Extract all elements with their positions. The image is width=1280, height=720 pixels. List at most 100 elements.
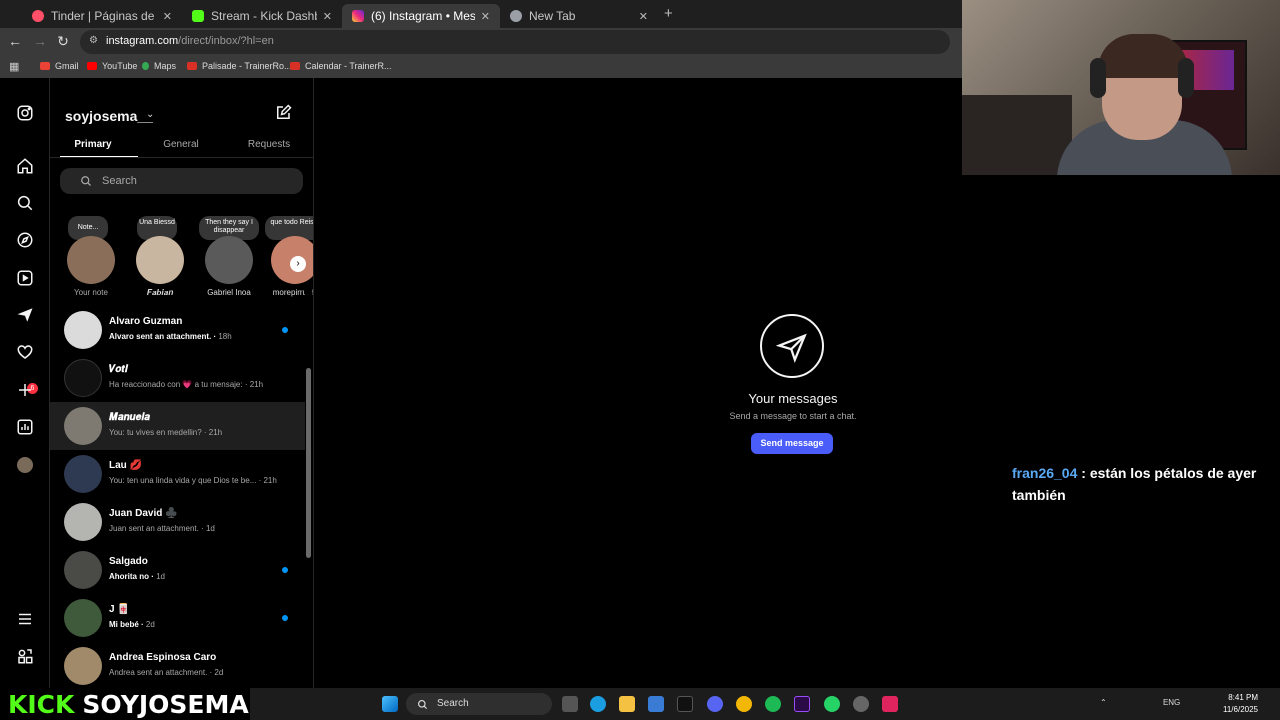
avatar xyxy=(64,551,102,589)
chevron-right-icon[interactable]: › xyxy=(290,256,306,272)
chrome-favicon-icon xyxy=(510,10,522,22)
conversation-row[interactable]: 𝑽𝒐𝒕𝒊 Ha reaccionado con 💗 a tu mensaje: … xyxy=(50,354,306,402)
tab-requests[interactable]: Requests xyxy=(239,139,299,150)
reels-icon[interactable] xyxy=(15,268,35,288)
taskbar-clock[interactable]: 8:41 PM 11/6/2025 xyxy=(1223,692,1258,716)
conversation-name: Andrea Espinosa Caro xyxy=(109,652,217,663)
messages-icon[interactable] xyxy=(15,305,35,325)
reload-icon[interactable]: ↻ xyxy=(54,33,72,50)
tiktok-live-icon[interactable] xyxy=(882,696,898,712)
avatar xyxy=(64,359,102,397)
address-bar[interactable]: ⚙ instagram.com/direct/inbox/?hl=en xyxy=(80,30,950,54)
task-view-icon[interactable] xyxy=(562,696,578,712)
apps-grid-icon[interactable]: ▦ xyxy=(9,60,19,73)
scrollbar-thumb[interactable] xyxy=(306,368,311,558)
also-from-meta-icon[interactable] xyxy=(15,646,35,666)
windows-start-icon[interactable] xyxy=(382,696,398,712)
profile-avatar[interactable] xyxy=(15,455,35,475)
conversation-preview: Juan sent an attachment. · 1d xyxy=(109,524,215,533)
bookmark-maps[interactable]: Maps xyxy=(142,61,176,71)
spotify-icon[interactable] xyxy=(765,696,781,712)
file-explorer-icon[interactable] xyxy=(619,696,635,712)
close-tab-icon[interactable]: ✕ xyxy=(481,10,490,23)
instagram-sidebar: 6 xyxy=(0,78,50,688)
site-info-icon[interactable]: ⚙ xyxy=(89,35,98,46)
store-icon[interactable] xyxy=(648,696,664,712)
avatar xyxy=(67,236,115,284)
conversation-row[interactable]: Lau 💋 You: ten una linda vida y que Dios… xyxy=(50,450,306,498)
unread-dot xyxy=(282,327,288,333)
avatar xyxy=(205,236,253,284)
instagram-logo-icon[interactable] xyxy=(15,103,35,123)
conversation-row[interactable]: Andrea Espinosa Caro Andrea sent an atta… xyxy=(50,642,306,688)
inbox-scrollbar[interactable] xyxy=(305,286,312,688)
chat-username: fran26_04 xyxy=(1012,465,1078,481)
notifications-heart-icon[interactable] xyxy=(15,342,35,362)
chevron-down-icon[interactable]: ⌄ xyxy=(146,109,154,120)
conversation-name: Alvaro Guzman xyxy=(109,316,183,327)
note-name: Gabriel Inoa xyxy=(207,288,251,297)
tab-tinder[interactable]: Tinder | Páginas de citas ✕ xyxy=(22,4,182,28)
menu-hamburger-icon[interactable] xyxy=(15,609,35,629)
edge-icon[interactable] xyxy=(590,696,606,712)
kick-logo: KICK xyxy=(8,690,75,719)
search-input[interactable]: Search xyxy=(60,168,303,194)
conversation-row[interactable]: Juan David ♣️ Juan sent an attachment. ·… xyxy=(50,498,306,546)
taskbar-search[interactable]: Search xyxy=(406,693,552,715)
bookmark-calendar[interactable]: Calendar - TrainerR... xyxy=(290,61,392,71)
forward-arrow-icon[interactable]: → xyxy=(31,33,49,49)
windows-taskbar: Search ⌃ ENG 8:41 PM 11/6/2025 xyxy=(250,688,1280,720)
tab-general[interactable]: General xyxy=(151,139,211,150)
tab-instagram-messages[interactable]: (6) Instagram • Messages ✕ xyxy=(342,4,500,28)
gmail-icon xyxy=(40,62,50,70)
empty-state-subtitle: Send a message to start a chat. xyxy=(729,411,857,421)
close-tab-icon[interactable]: ✕ xyxy=(323,10,332,23)
conversation-name: J 🀄 xyxy=(109,604,130,615)
tab-primary[interactable]: Primary xyxy=(63,139,123,150)
note-name: 𝑭𝒂𝒃𝒊𝒂𝒏 xyxy=(146,288,174,297)
conversation-preview: Ha reaccionado con 💗 a tu mensaje: · 21h xyxy=(109,380,264,389)
channel-name: SOYJOSEMA xyxy=(82,690,249,719)
account-username[interactable]: soyjosema__ xyxy=(65,108,153,124)
explore-icon[interactable] xyxy=(15,230,35,250)
chrome-icon[interactable] xyxy=(736,696,752,712)
conversation-row[interactable]: J 🀄 Mi bebé · 2d xyxy=(50,594,306,642)
new-message-icon[interactable] xyxy=(274,104,294,124)
tab-new-tab[interactable]: New Tab ✕ xyxy=(500,4,658,28)
note-name: Your note xyxy=(74,288,108,297)
active-tab-indicator xyxy=(60,156,138,157)
close-tab-icon[interactable]: ✕ xyxy=(639,10,648,23)
whatsapp-icon[interactable] xyxy=(824,696,840,712)
premiere-icon[interactable] xyxy=(794,696,810,712)
trainerroad-icon xyxy=(290,62,300,70)
conversation-preview: You: tu vives en medellin? · 21h xyxy=(109,428,223,437)
system-tray[interactable]: ⌃ ENG xyxy=(1100,698,1180,707)
discord-icon[interactable] xyxy=(707,696,723,712)
conversation-row[interactable]: 𝑴𝒂𝒏𝒖𝒆𝒍𝒂 You: tu vives en medellin? · 21h xyxy=(50,402,306,450)
conversation-name: Juan David ♣️ xyxy=(109,508,178,519)
language-indicator[interactable]: ENG xyxy=(1163,698,1180,707)
search-icon xyxy=(81,176,91,186)
avatar xyxy=(64,311,102,349)
tiktok-icon[interactable] xyxy=(677,696,693,712)
bookmark-palisade[interactable]: Palisade - TrainerRo... xyxy=(187,61,292,71)
dashboard-icon[interactable] xyxy=(15,417,35,437)
create-plus-icon[interactable] xyxy=(15,380,35,400)
home-icon[interactable] xyxy=(15,156,35,176)
obs-icon[interactable] xyxy=(853,696,869,712)
bookmark-youtube[interactable]: YouTube xyxy=(87,61,137,71)
conversation-preview: Andrea sent an attachment. · 2d xyxy=(109,668,224,677)
kick-favicon-icon xyxy=(192,10,204,22)
back-arrow-icon[interactable]: ← xyxy=(6,33,24,49)
conversation-name: 𝑴𝒂𝒏𝒖𝒆𝒍𝒂 xyxy=(109,412,150,423)
bookmark-gmail[interactable]: Gmail xyxy=(40,61,79,71)
search-icon[interactable] xyxy=(15,193,35,213)
conversation-row[interactable]: Salgado Ahorita no · 1d xyxy=(50,546,306,594)
chevron-up-icon[interactable]: ⌃ xyxy=(1100,698,1107,707)
conversation-row[interactable]: Alvaro Guzman Alvaro sent an attachment.… xyxy=(50,306,306,354)
send-message-button[interactable]: Send message xyxy=(751,433,833,454)
tab-kick-dashboard[interactable]: Stream - Kick Dashboard ✕ xyxy=(182,4,342,28)
new-tab-button[interactable]: + xyxy=(664,5,673,22)
close-tab-icon[interactable]: ✕ xyxy=(163,10,172,23)
conversation-name: Lau 💋 xyxy=(109,460,143,471)
